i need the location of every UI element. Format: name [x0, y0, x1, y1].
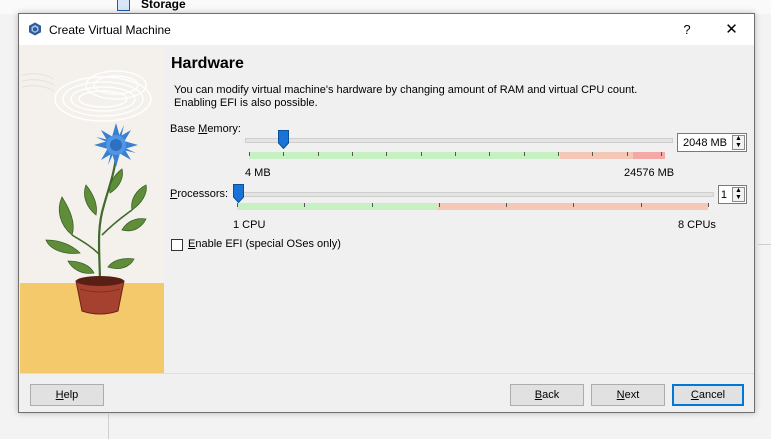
slider-tick — [661, 152, 662, 156]
slider-tick — [438, 203, 440, 207]
wizard-page: Hardware You can modify virtual machine'… — [164, 45, 754, 373]
wizard-illustration — [20, 45, 164, 373]
base-memory-value: 2048 MB — [682, 137, 727, 149]
processors-label: Processors: — [170, 188, 229, 200]
memory-max-label: 24576 MB — [624, 167, 675, 179]
context-help-button[interactable]: ? — [672, 14, 702, 45]
base-memory-spinbox[interactable]: 2048 MB ▲ ▼ — [677, 133, 747, 152]
processors-decrease-icon[interactable]: ▼ — [733, 194, 744, 201]
enable-efi-checkbox[interactable] — [171, 239, 183, 251]
slider-tick — [249, 152, 250, 156]
base-memory-slider-thumb[interactable] — [278, 130, 289, 149]
slider-tick — [455, 152, 456, 156]
parent-window-edge — [755, 14, 771, 439]
processors-slider[interactable] — [233, 183, 714, 215]
processors-value: 1 — [720, 189, 727, 201]
processors-spin-buttons: ▲ ▼ — [732, 187, 745, 202]
back-button[interactable]: Back — [510, 384, 584, 406]
slider-zone-ok — [237, 203, 438, 210]
slider-tick — [640, 203, 642, 207]
button-bar: Help Back Next Cancel — [20, 373, 754, 412]
slider-tick — [386, 152, 388, 156]
slider-tick — [283, 152, 285, 156]
cancel-button[interactable]: Cancel — [672, 384, 744, 406]
parent-divider — [758, 244, 771, 245]
page-description: You can modify virtual machine's hardwar… — [174, 84, 638, 109]
processors-slider-thumb[interactable] — [233, 184, 244, 203]
storage-section-label: Storage — [141, 0, 186, 11]
slider-tick — [352, 152, 353, 156]
memory-decrease-icon[interactable]: ▼ — [733, 142, 744, 149]
slider-zone-warn — [560, 152, 633, 159]
slider-tick — [626, 152, 628, 156]
slider-groove — [233, 192, 714, 197]
slider-tick — [592, 152, 594, 156]
slider-tick — [489, 152, 491, 156]
slider-tick — [420, 152, 422, 156]
help-button[interactable]: Help — [30, 384, 104, 406]
close-button[interactable]: ✕ — [709, 14, 754, 45]
slider-tick — [506, 203, 508, 207]
next-button[interactable]: Next — [591, 384, 665, 406]
parent-window-strip — [0, 0, 771, 14]
slider-tick — [523, 152, 525, 156]
storage-icon — [117, 0, 130, 11]
memory-min-label: 4 MB — [245, 167, 271, 179]
slider-tick — [558, 152, 559, 156]
slider-tick — [304, 203, 306, 207]
processors-max-label: 8 CPUs — [678, 219, 716, 231]
base-memory-slider[interactable] — [245, 129, 673, 161]
slider-tick — [371, 203, 373, 207]
slider-tick — [317, 152, 319, 156]
parent-divider — [108, 414, 109, 439]
title-bar: Create Virtual Machine ? ✕ — [19, 14, 754, 45]
processors-spinbox[interactable]: 1 ▲ ▼ — [718, 185, 747, 204]
flower-pot-illustration — [20, 45, 164, 373]
virtualbox-icon — [29, 22, 41, 36]
page-title: Hardware — [171, 55, 244, 72]
dialog-title: Create Virtual Machine — [49, 23, 171, 37]
base-memory-label: Base Memory: — [170, 123, 241, 135]
create-vm-dialog: Create Virtual Machine ? ✕ Hardware You … — [18, 13, 755, 413]
slider-groove — [245, 138, 673, 143]
memory-spin-buttons: ▲ ▼ — [732, 135, 745, 150]
enable-efi-label[interactable]: Enable EFI (special OSes only) — [188, 238, 341, 250]
slider-tick — [708, 203, 709, 207]
processors-min-label: 1 CPU — [233, 219, 266, 231]
slider-zone-ok — [249, 152, 560, 159]
slider-tick — [573, 203, 575, 207]
slider-tick — [237, 203, 238, 207]
